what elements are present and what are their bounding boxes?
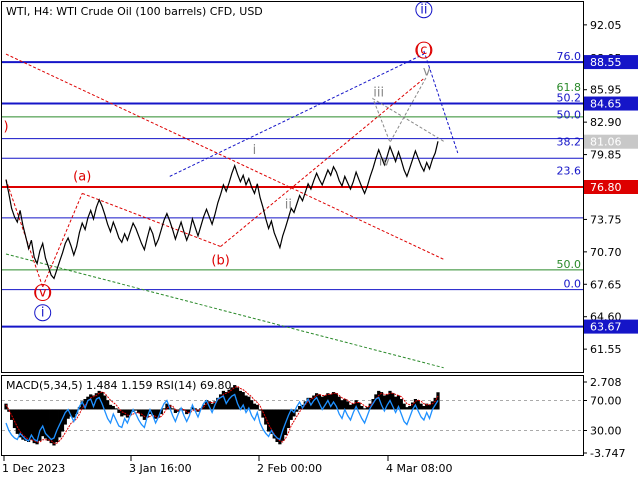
badge-label-2: 81.06 [590, 136, 622, 149]
macd-bar-85 [244, 395, 248, 410]
macd-bar-119 [340, 400, 344, 410]
fib-label-6: 50.0 [557, 258, 582, 271]
chart-title: WTI, H4: WTI Crude Oil (100 barrels) CFD… [6, 5, 263, 18]
macd-bar-18 [55, 409, 59, 442]
macd-bar-24 [72, 409, 76, 418]
macd-bar-46 [134, 409, 138, 411]
macd-bar-125 [357, 402, 361, 410]
fib-label-7: 0.0 [564, 278, 582, 291]
x-tick-label-0: 1 Dec 2023 [2, 462, 65, 475]
wave-label-5: i [253, 143, 257, 158]
ind-tick-label-2: 30.00 [590, 425, 622, 438]
macd-bar-150 [427, 404, 432, 410]
macd-bar-120 [343, 399, 347, 410]
macd-bar-37 [108, 404, 113, 410]
macd-bar-56 [162, 408, 166, 410]
y-tick-label-7: 70.70 [590, 246, 622, 259]
macd-bar-142 [405, 407, 409, 410]
macd-bar-88 [252, 403, 257, 410]
wave-label-10: i [41, 306, 45, 321]
wave-label-4: iv [379, 155, 391, 170]
y-tick-label-2: 85.95 [590, 84, 622, 97]
wave-label-2: v [423, 64, 431, 79]
ind-tick-label-0: 2.708 [590, 376, 622, 389]
wave-label-11: ) [3, 120, 8, 135]
ind-tick-label-1: 70.00 [590, 395, 622, 408]
x-tick-label-2: 2 Feb 00:00 [257, 462, 322, 475]
macd-bar-91 [261, 409, 265, 418]
macd-bar-87 [250, 400, 254, 410]
macd-bar-126 [360, 405, 364, 410]
macd-bar-138 [394, 396, 398, 410]
badge-label-3: 76.80 [590, 181, 622, 194]
macd-bar-127 [362, 408, 367, 410]
macd-bar-17 [52, 409, 56, 446]
y-tick-label-4: 79.85 [590, 149, 622, 162]
wave-label-7: (a) [73, 170, 91, 185]
ind-tick-label-3: -3.747 [590, 447, 625, 460]
fib-label-5: 23.6 [557, 164, 582, 177]
macd-bar-90 [258, 409, 262, 411]
wave-label-6: ii [285, 197, 292, 212]
y-tick-label-3: 82.90 [590, 116, 622, 129]
y-tick-label-8: 67.65 [590, 278, 622, 291]
macd-bar-143 [408, 405, 412, 410]
fib-label-2: 50.2 [557, 92, 582, 105]
x-tick-label-1: 3 Jan 16:00 [129, 462, 192, 475]
macd-bar-13 [41, 409, 45, 437]
macd-bar-140 [399, 399, 403, 410]
indicator-label: MACD(5,34,5) 1.484 1.159 RSI(14) 69.80 [6, 379, 231, 392]
macd-bar-122 [348, 404, 353, 410]
macd-bar-147 [419, 403, 423, 410]
macd-bar-104 [298, 405, 302, 410]
badge-label-4: 63.67 [590, 321, 622, 334]
macd-bar-118 [337, 396, 341, 410]
macd-bar-4 [15, 409, 19, 434]
wave-label-0: ii [420, 3, 427, 18]
macd-bar-128 [365, 407, 370, 410]
price-chart: ii(c)viiiiviii(a)(b)(v)i) 76.061.850.250… [0, 0, 640, 480]
wave-label-3: iii [373, 86, 384, 101]
y-tick-label-10: 61.55 [590, 343, 622, 356]
macd-bar-141 [402, 403, 406, 410]
badge-label-0: 88.55 [590, 56, 622, 69]
macd-bar-121 [346, 401, 350, 410]
macd-bar-0 [4, 403, 8, 410]
macd-bar-48 [139, 409, 144, 417]
y-tick-label-0: 92.05 [590, 19, 622, 32]
macd-bar-59 [170, 408, 175, 410]
macd-bar-148 [422, 405, 426, 410]
x-tick-label-3: 4 Mar 08:00 [386, 462, 452, 475]
wave-label-8: (b) [211, 254, 229, 269]
fib-label-3: 50.0 [557, 109, 582, 122]
wave-label-9: (v) [34, 286, 52, 301]
wave-label-1: (c) [415, 43, 432, 58]
macd-bar-116 [331, 392, 336, 410]
macd-bar-43 [125, 409, 130, 418]
badge-label-1: 84.65 [590, 98, 622, 111]
fib-label-0: 76.0 [557, 50, 582, 63]
macd-bar-39 [114, 408, 118, 410]
macd-bar-36 [106, 400, 110, 410]
fib-label-4: 38.2 [557, 136, 582, 149]
macd-bar-53 [154, 409, 158, 419]
macd-bar-89 [255, 404, 259, 410]
macd-bar-49 [142, 409, 146, 420]
macd-bar-38 [111, 405, 115, 410]
y-tick-label-6: 73.75 [590, 213, 622, 226]
